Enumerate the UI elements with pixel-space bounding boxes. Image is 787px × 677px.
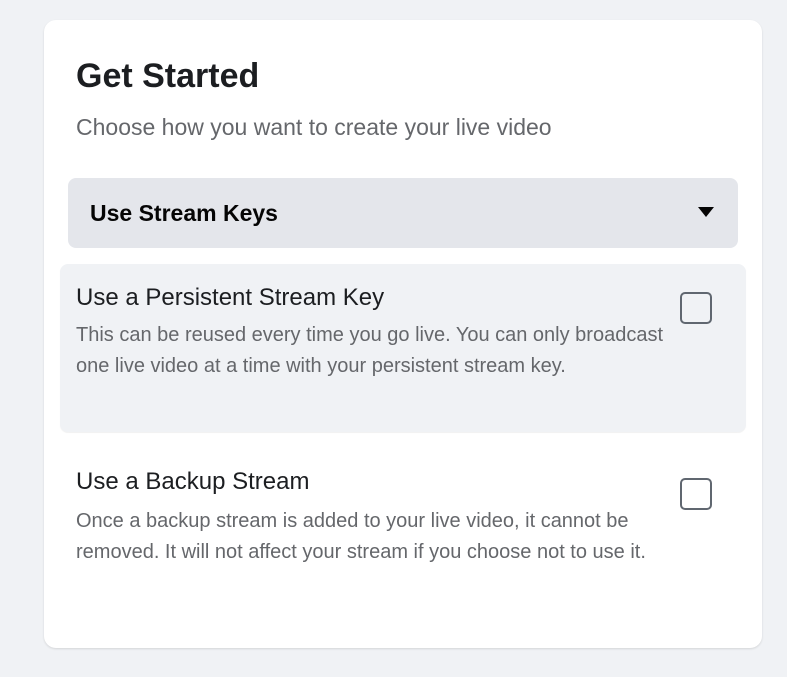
option-description: This can be reused every time you go liv… (76, 324, 664, 377)
stream-method-dropdown[interactable]: Use Stream Keys (68, 178, 738, 248)
caret-down-icon (698, 207, 714, 217)
option-title: Use a Backup Stream (76, 468, 310, 495)
page-title: Get Started (76, 57, 260, 95)
option-title: Use a Persistent Stream Key (76, 284, 385, 311)
dropdown-selected-label: Use Stream Keys (90, 200, 278, 226)
persistent-stream-key-option[interactable]: Use a Persistent Stream Key This can be … (60, 264, 746, 432)
backup-stream-option[interactable]: Use a Backup Stream Once a backup stream… (60, 450, 746, 610)
backup-stream-checkbox[interactable] (680, 478, 712, 510)
get-started-card: Get Started Choose how you want to creat… (44, 20, 762, 648)
persistent-stream-key-checkbox[interactable] (680, 292, 712, 324)
page-subtitle: Choose how you want to create your live … (76, 114, 552, 140)
option-description: Once a backup stream is added to your li… (76, 510, 646, 563)
